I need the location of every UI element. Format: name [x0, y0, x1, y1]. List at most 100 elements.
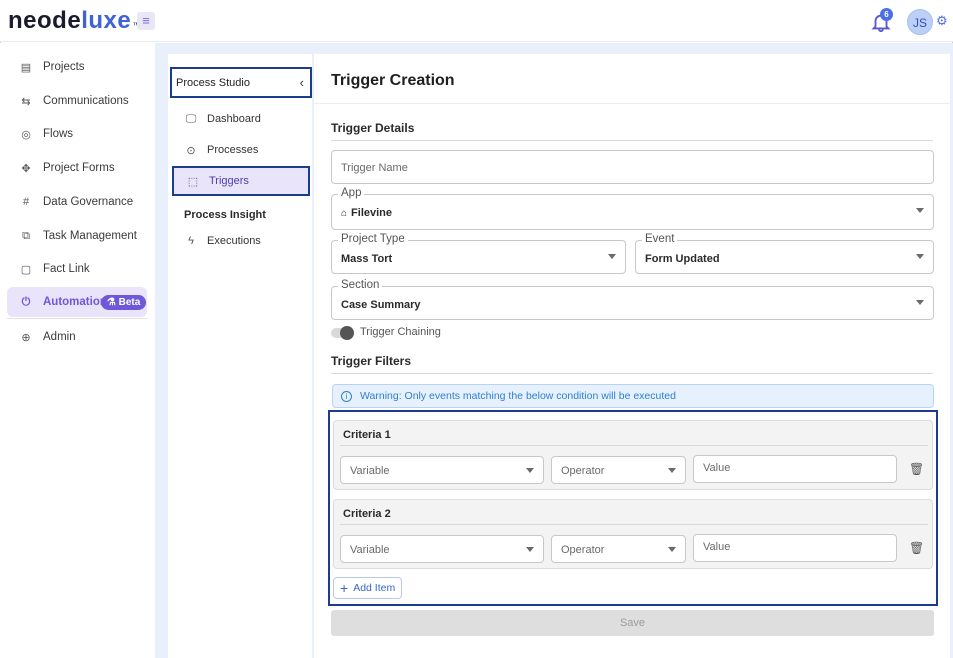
process-insight-heading: Process Insight — [184, 209, 266, 221]
sidebar-item-task-management[interactable]: ⧉ Task Management — [7, 222, 147, 250]
sidebar-item-admin[interactable]: ⊕ Admin — [7, 323, 147, 351]
subnav-label: Executions — [207, 235, 261, 247]
field-value: ⌂ Filevine — [341, 207, 393, 219]
field-label: Project Type — [338, 233, 408, 245]
event-select[interactable]: Event Form Updated — [635, 233, 934, 274]
chevron-down-icon — [916, 254, 924, 259]
sidebar-item-label: Project Forms — [43, 162, 115, 174]
trash-icon[interactable]: 🗑 — [909, 541, 924, 555]
flow-icon: ◎ — [21, 128, 31, 141]
variable-select[interactable]: Variable — [340, 535, 544, 563]
save-button[interactable]: Save — [331, 610, 934, 636]
process-studio-header[interactable]: Process Studio ‹ — [170, 67, 312, 98]
input-placeholder: Value — [703, 541, 731, 553]
chevron-down-icon — [916, 300, 924, 305]
sidebar: ▤ Projects ⇆ Communications ◎ Flows ✥ Projec… — [0, 43, 155, 658]
add-item-button[interactable]: + Add Item — [333, 577, 402, 599]
criteria-title: Criteria 1 — [343, 429, 391, 441]
plus-icon: + — [340, 580, 349, 596]
subnav-processes[interactable]: ⊙ Processes — [172, 135, 310, 165]
chevron-down-icon — [668, 468, 676, 473]
user-avatar[interactable]: JS — [907, 9, 933, 35]
trigger-name-input[interactable]: Trigger Name — [331, 150, 934, 184]
chevron-left-icon[interactable]: ‹ — [300, 75, 304, 90]
field-value: Mass Tort — [341, 253, 393, 265]
sidebar-item-label: Data Governance — [43, 196, 134, 208]
globe-icon: ⊕ — [21, 331, 31, 344]
sidebar-item-label: Projects — [43, 61, 85, 73]
sidebar-item-projects[interactable]: ▤ Projects — [7, 53, 147, 81]
trigger-icon: ⬚ — [187, 175, 199, 188]
field-value: Case Summary — [341, 299, 421, 311]
toggle-knob — [340, 326, 354, 340]
sidebar-item-communications[interactable]: ⇆ Communications — [7, 87, 147, 115]
file-icon: ▢ — [20, 263, 32, 276]
chevron-down-icon — [668, 547, 676, 552]
chevron-down-icon — [916, 208, 924, 213]
monitor-icon: 🖵 — [185, 112, 197, 125]
trigger-chaining-label: Trigger Chaining — [360, 326, 441, 338]
trigger-chaining-toggle[interactable] — [331, 326, 354, 340]
project-type-select[interactable]: Project Type Mass Tort — [331, 233, 626, 274]
bolt-icon: ϟ — [188, 235, 194, 247]
trigger-details-title: Trigger Details — [331, 121, 415, 135]
subnav-label: Processes — [207, 144, 259, 156]
process-icon: ⊙ — [186, 144, 196, 157]
sidebar-item-label: Flows — [43, 128, 74, 140]
sidebar-item-automation[interactable]: ⏻ Automation ⚗ Beta — [7, 287, 147, 317]
trash-icon[interactable]: 🗑 — [909, 462, 924, 476]
select-placeholder: Operator — [561, 544, 605, 556]
chevron-down-icon — [526, 468, 534, 473]
sidebar-item-label: Task Management — [43, 230, 137, 242]
operator-select[interactable]: Operator — [551, 535, 686, 563]
info-icon: i — [341, 390, 352, 402]
value-input[interactable]: Value — [693, 455, 897, 483]
sidebar-divider — [7, 318, 147, 319]
sidebar-item-data-governance[interactable]: # Data Governance — [7, 188, 147, 216]
field-label: App — [338, 187, 365, 199]
criteria-divider — [340, 445, 928, 446]
subnav-executions[interactable]: ϟ Executions — [172, 226, 310, 256]
top-bar: neodeluxe™ ≡ 6 JS ⚙ — [0, 0, 953, 42]
value-input[interactable]: Value — [693, 534, 897, 562]
input-placeholder: Trigger Name — [341, 162, 408, 174]
home-icon: ⌂ — [341, 208, 348, 219]
sidebar-item-flows[interactable]: ◎ Flows — [7, 120, 147, 148]
sidebar-item-label: Automation — [43, 296, 107, 308]
hamburger-icon[interactable]: ≡ — [137, 12, 155, 30]
button-label: Add Item — [353, 582, 396, 594]
grid-icon: # — [22, 196, 30, 208]
beta-badge: ⚗ Beta — [100, 294, 147, 310]
brand-logo: neodeluxe™ — [8, 7, 140, 34]
panel-title: Process Studio — [176, 76, 250, 89]
gear-icon[interactable]: ⚙ — [936, 13, 952, 29]
field-label: Event — [642, 233, 678, 245]
subnav-dashboard[interactable]: 🖵 Dashboard — [172, 104, 310, 134]
criteria-divider — [340, 524, 928, 525]
select-placeholder: Operator — [561, 465, 605, 477]
subnav-triggers[interactable]: ⬚ Triggers — [172, 166, 310, 196]
page-title: Trigger Creation — [331, 72, 455, 89]
app-select[interactable]: App ⌂ Filevine — [331, 187, 934, 230]
task-icon: ⧉ — [22, 229, 30, 242]
section-select[interactable]: Section Case Summary — [331, 279, 934, 320]
criteria-title: Criteria 2 — [343, 508, 391, 520]
notification-badge: 6 — [880, 8, 893, 21]
input-placeholder: Value — [703, 462, 731, 474]
trigger-filters-title: Trigger Filters — [331, 354, 412, 368]
sidebar-item-fact-link[interactable]: ▢ Fact Link — [7, 255, 147, 283]
section-divider — [331, 373, 933, 374]
field-label: Section — [338, 279, 383, 291]
clipboard-icon: ▤ — [20, 61, 32, 74]
automation-icon: ⏻ — [21, 295, 31, 308]
form-icon: ✥ — [21, 162, 31, 175]
select-placeholder: Variable — [350, 544, 390, 556]
operator-select[interactable]: Operator — [551, 456, 686, 484]
warning-text: Warning: Only events matching the below … — [360, 390, 676, 402]
warning-banner: i Warning: Only events matching the belo… — [332, 384, 934, 408]
field-value: Form Updated — [645, 253, 720, 265]
variable-select[interactable]: Variable — [340, 456, 544, 484]
select-placeholder: Variable — [350, 465, 390, 477]
criteria-card: Criteria 1 Variable Operator Value 🗑 — [333, 420, 933, 490]
sidebar-item-project-forms[interactable]: ✥ Project Forms — [7, 154, 147, 182]
